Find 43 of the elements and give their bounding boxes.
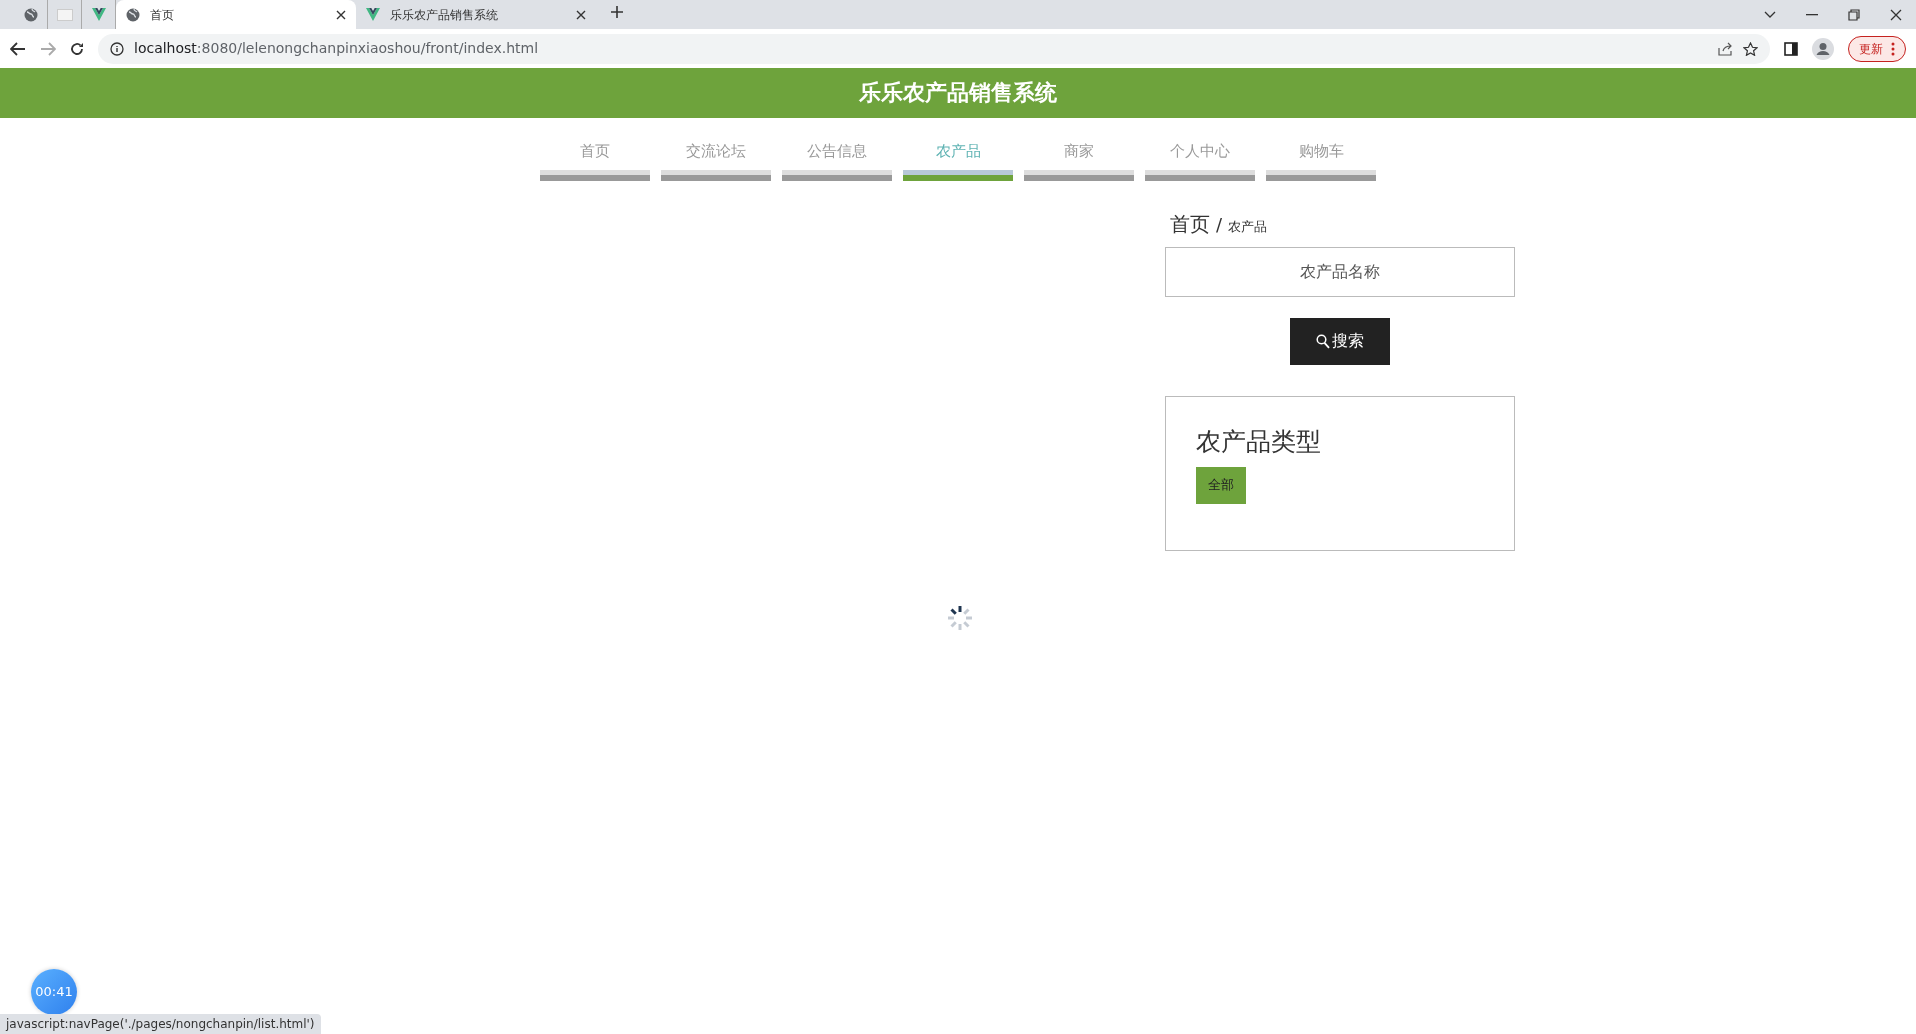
back-arrow-icon[interactable] [10, 41, 26, 56]
status-url: javascript:navPage('./pages/nongchanpin/list.html') [0, 1014, 321, 1034]
category-filter-button[interactable]: 全部 [1196, 466, 1246, 504]
star-icon[interactable] [1743, 41, 1758, 56]
share-icon[interactable] [1718, 41, 1733, 56]
tab-title: 乐乐农产品销售系统 [390, 6, 499, 24]
close-icon [576, 9, 586, 20]
address-bar[interactable]: localhost:8080/lelenongchanpinxiaoshou/front/index.html [98, 33, 1770, 64]
nav-tab[interactable]: 公告信息 [782, 140, 892, 181]
nav-tab[interactable]: 商家 [1024, 140, 1134, 181]
chevron-down-icon[interactable] [1764, 10, 1776, 19]
close-icon[interactable] [1890, 8, 1902, 21]
profile-avatar-icon[interactable] [1812, 37, 1834, 60]
globe-icon [126, 7, 140, 22]
search-button[interactable]: 搜索 [1290, 317, 1390, 365]
globe-icon [23, 7, 38, 22]
breadcrumb-separator: / [1216, 212, 1223, 237]
reload-icon[interactable] [70, 41, 84, 56]
browser-tab[interactable]: 乐乐农产品销售系统 [356, 0, 596, 29]
nav-tab[interactable]: 首页 [540, 140, 650, 181]
restore-icon[interactable] [1848, 8, 1860, 21]
url-text: localhost:8080/lelenongchanpinxiaoshou/front/index.html [134, 39, 539, 58]
search-icon [1316, 333, 1330, 349]
breadcrumb-link[interactable]: 首页 [1170, 208, 1210, 239]
close-icon [336, 9, 346, 20]
timer-badge: 00:41 [31, 969, 77, 1015]
more-vertical-icon [1891, 41, 1895, 56]
v-logo-icon [366, 8, 380, 21]
category-title: 农产品类型 [1196, 426, 1322, 457]
site-title: 乐乐农产品销售系统 [859, 79, 1057, 107]
breadcrumb-current: 农产品 [1228, 217, 1268, 236]
info-icon[interactable] [110, 41, 124, 56]
side-panel-icon[interactable] [1784, 41, 1798, 56]
blank-page-icon [56, 8, 73, 21]
nav-tab[interactable]: 购物车 [1266, 140, 1376, 181]
v-logo-icon [91, 8, 106, 21]
search-field[interactable]: 农产品名称 [1165, 246, 1515, 297]
update-button[interactable]: 更新 [1848, 35, 1906, 62]
nav-tab[interactable]: 个人中心 [1145, 140, 1255, 181]
browser-tab[interactable]: 首页 [116, 0, 356, 29]
tab-title: 首页 [150, 6, 175, 24]
minimize-icon[interactable] [1806, 13, 1818, 16]
nav-tab[interactable]: 交流论坛 [661, 140, 771, 181]
